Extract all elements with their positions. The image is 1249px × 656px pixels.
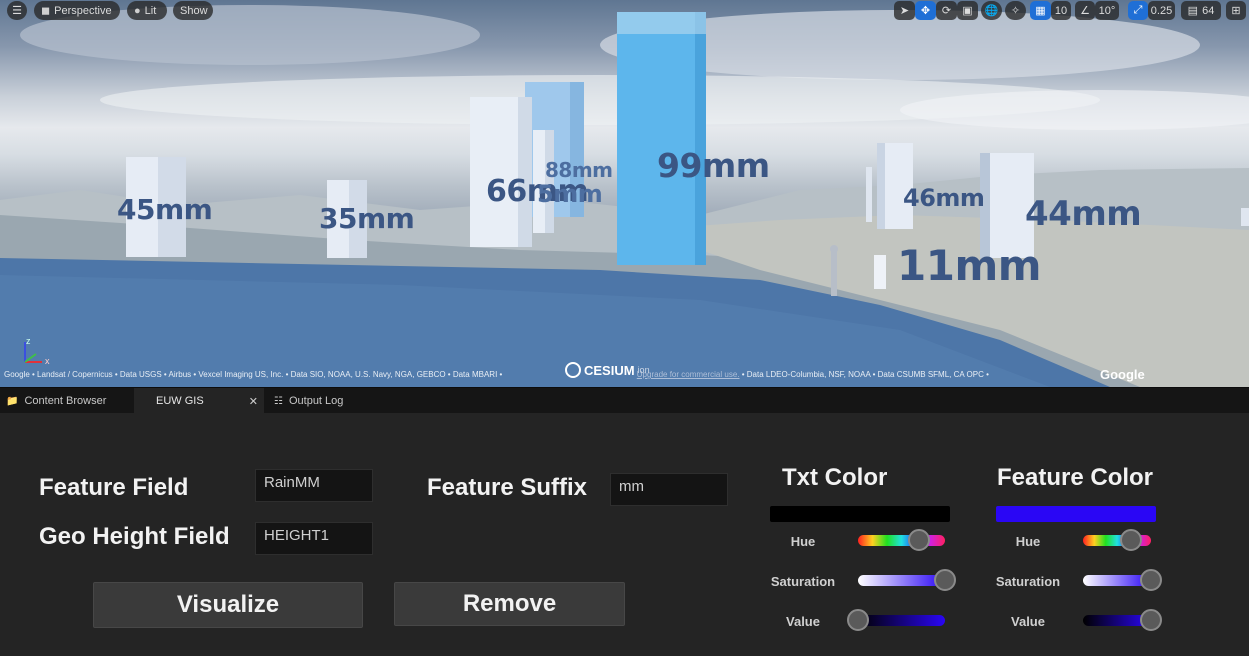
bar-label: 88mm xyxy=(545,158,613,182)
bar-label: 45mm xyxy=(117,193,213,226)
axis-x-label: x xyxy=(45,356,50,366)
bar-label: 46mm xyxy=(903,184,985,212)
scale-tool-button[interactable]: ▣ xyxy=(957,1,978,20)
panel-tab-bar: 📁 Content Browser EUW GIS ✕ ☷ Output Log xyxy=(0,387,1249,414)
txt-hue-slider[interactable] xyxy=(858,535,945,546)
camera-speed-value: 64 xyxy=(1202,4,1215,17)
viewport-layout-button[interactable]: ⊞ xyxy=(1226,1,1246,20)
euw-gis-panel: Feature Field RainMM Geo Height Field HE… xyxy=(0,413,1249,656)
scale-arrow-icon: ⤢ xyxy=(1133,4,1143,16)
feature-hue-slider-handle[interactable] xyxy=(1119,529,1142,551)
folder-icon: 📁 xyxy=(6,395,19,407)
rotation-snap-button[interactable]: ∠ xyxy=(1075,1,1095,20)
txt-color-title: Txt Color xyxy=(782,464,888,491)
snap-icon: ✧ xyxy=(1010,5,1021,17)
feature-saturation-slider-handle[interactable] xyxy=(1140,569,1162,591)
feature-value-label: Value xyxy=(1011,614,1045,629)
lit-label: Lit xyxy=(144,4,157,17)
bar-label: 35mm xyxy=(319,202,415,235)
feature-color-title: Feature Color xyxy=(997,464,1154,491)
cesium-ion-text: ion xyxy=(637,365,650,375)
upgrade-link[interactable]: Upgrade for commercial use. xyxy=(637,370,740,379)
surface-snap-button[interactable]: ✧ xyxy=(1005,1,1026,20)
perspective-button[interactable]: ◼ Perspective xyxy=(34,1,120,20)
feature-suffix-input[interactable]: mm xyxy=(610,473,728,506)
google-logo: Google xyxy=(1100,367,1145,382)
feature-saturation-label: Saturation xyxy=(995,574,1061,589)
lit-button[interactable]: ● Lit xyxy=(127,1,167,20)
bar-label: 44mm xyxy=(1025,194,1142,234)
level-viewport[interactable]: z x 45mm 35mm 66mm 88mm 5mm 99mm 46mm 44… xyxy=(0,0,1249,387)
axis-z-label: z xyxy=(26,336,31,346)
txt-hue-label: Hue xyxy=(790,534,816,549)
feature-color-swatch[interactable] xyxy=(996,506,1156,522)
light-icon: ● xyxy=(134,4,141,17)
tab-output-log[interactable]: ☷ Output Log xyxy=(268,388,378,414)
camera-speed-button[interactable]: ▤ 64 xyxy=(1181,1,1221,20)
remove-button[interactable]: Remove xyxy=(394,582,625,626)
camera-icon: ▤ xyxy=(1187,5,1199,17)
angle-icon: ∠ xyxy=(1080,5,1090,17)
txt-hue-slider-handle[interactable] xyxy=(907,529,930,551)
bar-label: 5mm xyxy=(537,180,603,208)
attribution-right: • Data LDEO-Columbia, NSF, NOAA • Data C… xyxy=(741,370,989,379)
rotation-snap-value[interactable]: 10° xyxy=(1095,1,1119,20)
world-space-button[interactable]: 🌐 xyxy=(981,1,1002,20)
grid-snap-value[interactable]: 10 xyxy=(1051,1,1071,20)
move-icon: ✥ xyxy=(920,5,931,17)
show-label: Show xyxy=(180,4,208,17)
visualize-button[interactable]: Visualize xyxy=(93,582,363,628)
rotate-icon: ⟳ xyxy=(941,5,952,17)
feature-value-slider-handle[interactable] xyxy=(1140,609,1162,631)
txt-value-slider[interactable] xyxy=(858,615,945,626)
grid-snap-button[interactable]: ▦ xyxy=(1030,1,1051,20)
scale-icon: ▣ xyxy=(962,5,973,17)
hamburger-icon: ☰ xyxy=(12,5,22,17)
feature-hue-label: Hue xyxy=(1015,534,1041,549)
globe-icon: 🌐 xyxy=(984,5,999,17)
grid-icon: ▦ xyxy=(1035,5,1046,17)
txt-saturation-slider[interactable] xyxy=(858,575,945,586)
tab-content-browser[interactable]: 📁 Content Browser xyxy=(0,388,132,414)
scale-snap-button[interactable]: ⤢ xyxy=(1128,1,1148,20)
feature-field-input[interactable]: RainMM xyxy=(255,469,373,502)
close-icon[interactable]: ✕ xyxy=(249,395,258,408)
txt-color-swatch[interactable] xyxy=(770,506,950,522)
tab-label: EUW GIS xyxy=(156,395,204,407)
log-icon: ☷ xyxy=(274,395,283,407)
tab-euw-gis[interactable]: EUW GIS ✕ xyxy=(134,388,264,414)
cesium-logo-text: CESIUM xyxy=(584,362,635,378)
txt-value-label: Value xyxy=(786,614,820,629)
feature-field-label: Feature Field xyxy=(39,474,189,501)
scale-snap-value[interactable]: 0.25 xyxy=(1148,1,1175,20)
txt-saturation-label: Saturation xyxy=(770,574,836,589)
cursor-icon: ➤ xyxy=(899,5,910,17)
geo-height-field-label: Geo Height Field xyxy=(39,523,230,550)
layout-icon: ⊞ xyxy=(1231,5,1241,17)
show-button[interactable]: Show xyxy=(173,1,213,20)
cesium-logo-icon xyxy=(565,362,581,378)
viewport-menu-button[interactable]: ☰ xyxy=(7,1,27,20)
bar-label: 99mm xyxy=(657,146,770,185)
cube-icon: ◼ xyxy=(41,5,51,17)
rotate-tool-button[interactable]: ⟳ xyxy=(936,1,957,20)
attribution-left: Google • Landsat / Copernicus • Data USG… xyxy=(4,370,503,379)
feature-suffix-label: Feature Suffix xyxy=(427,474,588,501)
bar-label: 11mm xyxy=(897,241,1041,290)
geo-height-field-input[interactable]: HEIGHT1 xyxy=(255,522,373,555)
txt-saturation-slider-handle[interactable] xyxy=(934,569,956,591)
txt-value-slider-handle[interactable] xyxy=(847,609,869,631)
select-tool-button[interactable]: ➤ xyxy=(894,1,915,20)
tab-label: Output Log xyxy=(288,395,344,407)
cesium-logo: CESIUM ion xyxy=(565,362,650,378)
translate-tool-button[interactable]: ✥ xyxy=(915,1,936,20)
perspective-label: Perspective xyxy=(54,4,112,17)
tab-label: Content Browser xyxy=(24,395,107,407)
